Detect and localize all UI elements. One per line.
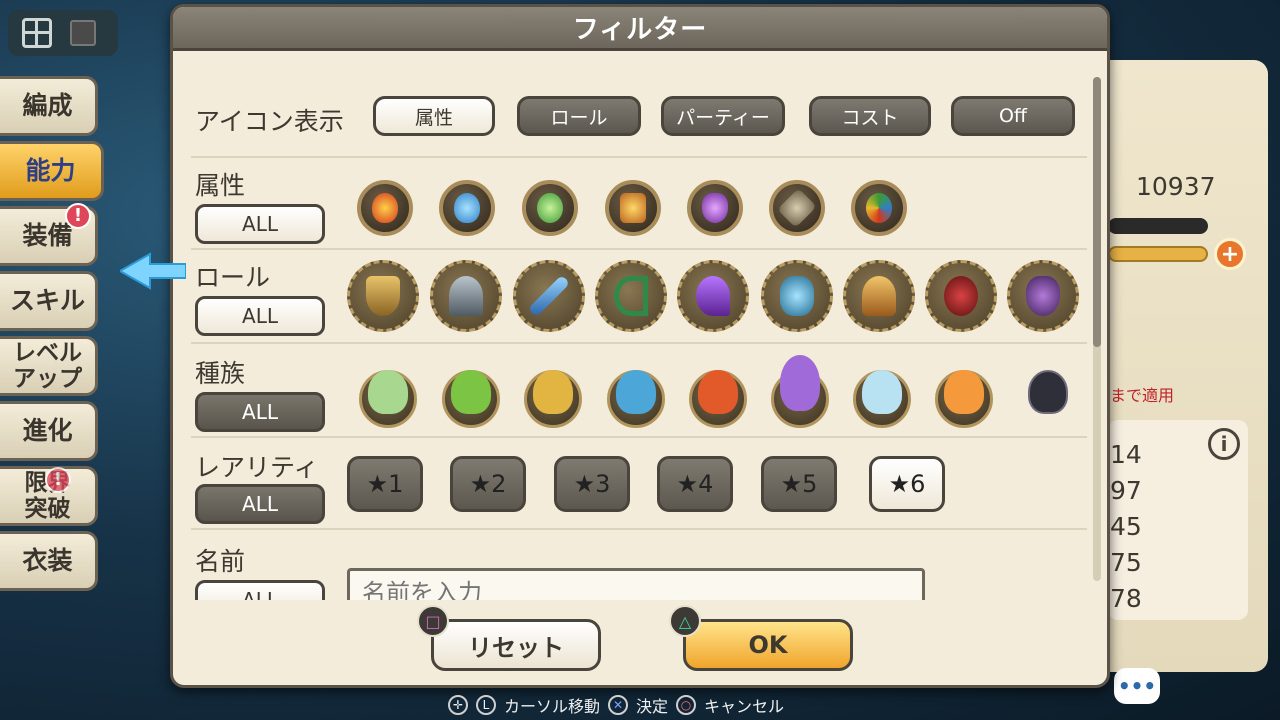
fire-icon[interactable] — [357, 180, 413, 236]
info-icon[interactable]: i — [1208, 428, 1240, 460]
race-all-button[interactable]: ALL — [195, 392, 325, 432]
earth-icon[interactable] — [605, 180, 661, 236]
stat-value: 14 — [1110, 440, 1142, 469]
hint-move-label: カーソル移動 — [504, 697, 601, 716]
name-input[interactable] — [347, 568, 925, 600]
reset-button[interactable]: リセット — [431, 619, 601, 671]
multi-element-icon[interactable] — [851, 180, 907, 236]
attribute-label: 属性 — [195, 171, 246, 200]
stat-value: 45 — [1110, 512, 1142, 541]
alert-badge: ! — [65, 203, 91, 229]
side-tab-costume[interactable]: 衣装 — [0, 531, 98, 591]
rarity-5-button[interactable]: ★5 — [761, 456, 837, 512]
side-tab-formation[interactable]: 編成 — [0, 76, 98, 136]
scrollbar[interactable] — [1093, 77, 1101, 581]
side-tab-ability[interactable]: 能力 — [0, 141, 104, 201]
icon-display-off-button[interactable]: Off — [951, 96, 1075, 136]
shield-role-icon[interactable] — [347, 260, 419, 332]
role-row: ロール ALL — [191, 250, 1087, 344]
hint-confirm-label: 決定 — [636, 697, 669, 716]
icon-display-label: アイコン表示 — [195, 107, 344, 136]
rarity-row: レアリティ ALL ★1 ★2 ★3 ★4 ★5 ★6 — [191, 438, 1087, 530]
add-button[interactable]: + — [1214, 238, 1246, 270]
triangle-button-icon: △ — [669, 605, 701, 637]
beast-race-icon[interactable] — [524, 370, 582, 428]
rarity-4-button[interactable]: ★4 — [657, 456, 733, 512]
grid-menu-icon[interactable] — [22, 18, 52, 48]
chat-icon[interactable]: ••• — [1114, 668, 1160, 704]
rarity-1-button[interactable]: ★1 — [347, 456, 423, 512]
top-left-toolbar — [8, 10, 118, 56]
role-label: ロール — [195, 263, 271, 292]
apply-note: まで適用 — [1110, 386, 1175, 405]
sword-role-icon[interactable] — [513, 260, 585, 332]
icon-display-attribute-button[interactable]: 属性 — [373, 96, 495, 136]
icon-display-row: アイコン表示 属性 ロール パーティー コスト Off — [191, 54, 1087, 158]
humanoid-race-icon[interactable] — [359, 370, 417, 428]
axe-role-icon[interactable] — [430, 260, 502, 332]
harp-role-icon[interactable] — [843, 260, 915, 332]
rarity-6-button[interactable]: ★6 — [869, 456, 945, 512]
square-icon[interactable] — [70, 20, 96, 46]
race-row: 種族 ALL — [191, 344, 1087, 438]
rarity-all-button[interactable]: ALL — [195, 484, 325, 524]
ok-button[interactable]: OK — [683, 619, 853, 671]
demon-role-icon[interactable] — [925, 260, 997, 332]
rarity-2-button[interactable]: ★2 — [450, 456, 526, 512]
race-label: 種族 — [195, 359, 246, 388]
alert-badge: ! — [45, 467, 71, 493]
mask-role-icon[interactable] — [1007, 260, 1079, 332]
side-tab-limit-break[interactable]: 限界 突破! — [0, 466, 98, 526]
side-tab-equipment[interactable]: 装備! — [0, 203, 98, 266]
background-stat-value: 10937 — [1136, 172, 1216, 201]
slime-race-icon[interactable] — [689, 370, 747, 428]
filter-dialog: フィルター アイコン表示 属性 ロール パーティー コスト Off 属性 ALL… — [170, 4, 1110, 688]
icon-display-party-button[interactable]: パーティー — [661, 96, 785, 136]
staff-role-icon[interactable] — [677, 260, 749, 332]
dragon-race-icon[interactable] — [853, 370, 911, 428]
dialog-title: フィルター — [173, 7, 1107, 51]
side-tabs: 編成 能力 装備! スキル レベル アップ 進化 限界 突破! 衣装 — [0, 76, 104, 596]
rarity-label: レアリティ — [195, 453, 319, 482]
spirit-race-icon[interactable] — [935, 370, 993, 428]
controller-hints: ✛ L カーソル移動 ✕ 決定 ○ キャンセル — [448, 694, 784, 716]
icon-display-cost-button[interactable]: コスト — [809, 96, 931, 136]
scrollbar-thumb[interactable] — [1093, 77, 1101, 347]
circle-button-icon: ○ — [676, 695, 697, 715]
icon-display-role-button[interactable]: ロール — [517, 96, 641, 136]
water-icon[interactable] — [439, 180, 495, 236]
exp-bar — [1108, 246, 1208, 262]
aquatic-race-icon[interactable] — [607, 370, 665, 428]
attribute-all-button[interactable]: ALL — [195, 204, 325, 244]
rarity-3-button[interactable]: ★3 — [554, 456, 630, 512]
side-tab-level-up[interactable]: レベル アップ — [0, 336, 98, 396]
plant-race-icon[interactable] — [442, 370, 500, 428]
wind-icon[interactable] — [522, 180, 578, 236]
square-button-icon: □ — [417, 605, 449, 637]
dark-eye-icon[interactable] — [687, 180, 743, 236]
flower-role-icon[interactable] — [761, 260, 833, 332]
filter-scroll-area[interactable]: アイコン表示 属性 ロール パーティー コスト Off 属性 ALL ロール A… — [173, 54, 1093, 600]
side-tab-skill[interactable]: スキル — [0, 271, 98, 331]
stat-value: 97 — [1110, 476, 1142, 505]
rabbit-race-icon[interactable] — [771, 355, 829, 428]
attribute-row: 属性 ALL — [191, 158, 1087, 250]
dark-race-icon[interactable] — [1019, 370, 1077, 428]
name-row: 名前 ALL — [191, 530, 1087, 600]
selection-cursor-arrow-icon — [120, 252, 186, 290]
cross-button-icon: ✕ — [608, 695, 629, 715]
stat-value: 78 — [1110, 584, 1142, 613]
name-all-button[interactable]: ALL — [195, 580, 325, 600]
dpad-icon: ✛ — [448, 695, 468, 715]
name-label: 名前 — [195, 547, 246, 576]
hp-bar — [1108, 218, 1208, 234]
bow-role-icon[interactable] — [595, 260, 667, 332]
role-all-button[interactable]: ALL — [195, 296, 325, 336]
light-icon[interactable] — [769, 180, 825, 236]
left-stick-icon: L — [476, 695, 496, 715]
hint-cancel-label: キャンセル — [704, 697, 785, 716]
stat-value: 75 — [1110, 548, 1142, 577]
side-tab-evolution[interactable]: 進化 — [0, 401, 98, 461]
